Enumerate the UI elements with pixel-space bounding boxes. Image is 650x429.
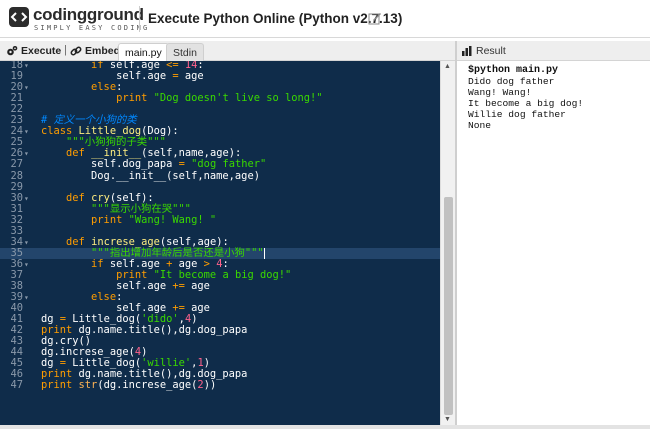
line-number: 27 <box>10 158 23 171</box>
scrollbar-thumb[interactable] <box>444 197 453 415</box>
tab-stdin[interactable]: Stdin <box>166 43 204 61</box>
result-title-label: Result <box>476 45 506 57</box>
result-output: $python main.py Dido dog father Wang! Wang… <box>457 62 650 425</box>
execute-button[interactable]: Execute <box>6 44 61 58</box>
bar-chart-icon <box>462 46 472 56</box>
fold-arrow-icon[interactable]: ▾ <box>24 61 29 71</box>
fold-arrow-icon[interactable]: ▾ <box>24 292 29 303</box>
fold-arrow-icon[interactable]: ▾ <box>24 148 29 159</box>
edit-icon[interactable] <box>368 11 382 25</box>
page-title: Execute Python Online (Python v2.7.13) <box>148 11 403 26</box>
header: codingground SIMPLY EASY CODING Execute … <box>0 0 650 38</box>
output-line: It become a big dog! <box>468 98 584 109</box>
fold-arrow-icon[interactable]: ▾ <box>24 82 29 93</box>
result-title: Result <box>462 44 506 58</box>
line-number: 31 <box>10 202 23 215</box>
logo-icon <box>9 7 29 27</box>
fold-arrow-icon[interactable]: ▾ <box>24 126 29 137</box>
scroll-up-icon[interactable]: ▲ <box>444 63 451 70</box>
fold-arrow-icon[interactable]: ▾ <box>24 193 29 204</box>
app-root: codingground SIMPLY EASY CODING Execute … <box>0 0 650 429</box>
scroll-down-icon[interactable]: ▼ <box>444 416 451 423</box>
logo-subtitle: SIMPLY EASY CODING <box>34 24 150 32</box>
editor-scrollbar[interactable]: ▲ ▼ <box>440 61 455 425</box>
code-line[interactable]: 21 print "Dog doesn't live so long!" <box>0 93 440 104</box>
line-number: 28 <box>10 169 23 182</box>
toolbar-separator: | <box>64 44 67 56</box>
line-number: 47 <box>10 379 23 392</box>
text-cursor <box>263 247 265 259</box>
editor-toolbar: Execute | Embed main.py Stdin <box>0 41 455 61</box>
link-icon <box>70 46 82 56</box>
gears-icon <box>7 46 18 56</box>
footer-bar <box>0 425 650 429</box>
execute-label: Execute <box>21 45 62 57</box>
code-text: Dog.__init__(self,name,age) <box>41 169 260 182</box>
tab-main-py[interactable]: main.py <box>118 43 169 61</box>
output-line: Dido dog father <box>468 76 555 87</box>
output-line: Wang! Wang! <box>468 87 532 98</box>
code-text: print str(dg.increse_age(2)) <box>41 379 217 392</box>
code-line[interactable]: 47 print str(dg.increse_age(2)) <box>0 380 440 391</box>
output-line: Willie dog father <box>468 109 566 120</box>
result-command: $python main.py <box>468 65 559 76</box>
line-number: 30 <box>10 191 23 204</box>
code-text: print "Dog doesn't live so long!" <box>116 92 323 105</box>
output-line: None <box>468 120 492 131</box>
header-divider <box>139 6 140 32</box>
embed-label: Embed <box>85 45 121 57</box>
embed-button[interactable]: Embed <box>70 44 120 58</box>
code-editor[interactable]: 18 ▾ if self.age <= 14: 19 self.age = age 2… <box>0 61 455 425</box>
logo-text[interactable]: codingground <box>33 5 144 25</box>
code-text: print "Wang! Wang! " <box>91 213 217 226</box>
code-line[interactable]: 32 print "Wang! Wang! " <box>0 213 440 226</box>
fold-arrow-icon[interactable]: ▾ <box>24 237 29 248</box>
fold-arrow-icon[interactable]: ▾ <box>24 259 29 270</box>
code-line[interactable]: 28 Dog.__init__(self,name,age) <box>0 169 440 182</box>
result-header: Result <box>457 41 650 61</box>
line-number: 29 <box>10 180 23 193</box>
